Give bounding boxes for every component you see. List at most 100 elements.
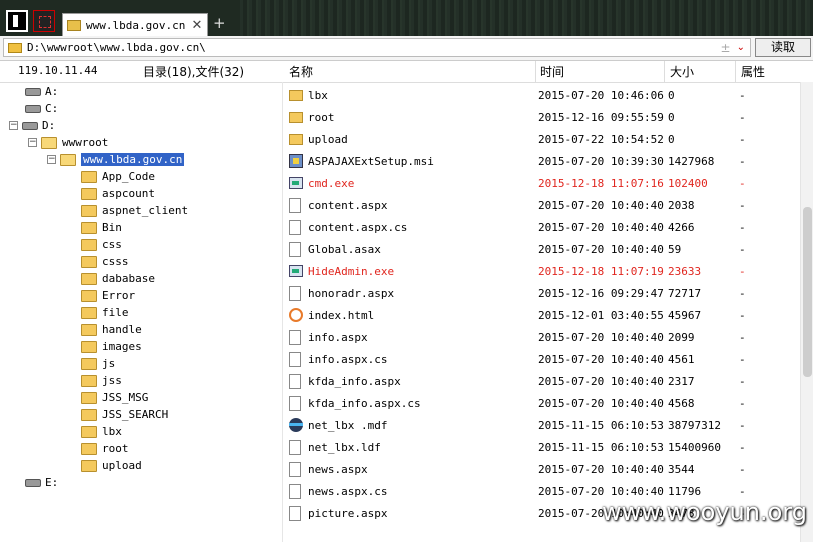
new-tab-button[interactable]: + — [213, 14, 226, 32]
file-time: 2015-07-20 10:40:40 — [538, 198, 664, 212]
table-row[interactable]: info.aspx.cs 2015-07-20 10:40:40 4561 - — [283, 348, 800, 370]
file-attr: - — [739, 154, 746, 168]
file-name: info.aspx — [308, 330, 368, 344]
file-name: info.aspx.cs — [308, 352, 388, 366]
tree-folder[interactable]: Bin — [81, 219, 122, 236]
folder-icon — [289, 111, 303, 123]
tree-drive-e[interactable]: E: — [25, 474, 58, 491]
path-text[interactable]: D:\wwwroot\www.lbda.gov.cn\ — [27, 41, 721, 54]
tree-label: JSS_MSG — [102, 391, 149, 404]
tree-label: A: — [45, 85, 59, 98]
folder-icon — [81, 255, 97, 268]
table-row[interactable]: index.html 2015-12-01 03:40:55 45967 - — [283, 304, 800, 326]
file-list: lbx 2015-07-20 10:46:06 0 - root 2015-12-16 0… — [283, 82, 800, 542]
table-row[interactable]: cmd.exe 2015-12-18 11:07:16 102400 - — [283, 172, 800, 194]
table-row[interactable]: kfda_info.aspx.cs 2015-07-20 10:40:40 4568… — [283, 392, 800, 414]
table-row[interactable]: upload 2015-07-22 10:54:52 0 - — [283, 128, 800, 150]
tree-drive-a[interactable]: A: — [25, 83, 58, 100]
column-header-time[interactable]: 时间 — [540, 63, 564, 80]
tree-folder[interactable]: csss — [81, 253, 129, 270]
tree-folder[interactable]: root — [81, 440, 129, 457]
tree-folder[interactable]: js — [81, 355, 115, 372]
bookmark-icon[interactable]: ± — [721, 41, 731, 55]
drive-icon — [25, 104, 41, 113]
folder-icon — [81, 187, 97, 200]
table-row[interactable]: Global.asax 2015-07-20 10:40:40 59 - — [283, 238, 800, 260]
tree-folder[interactable]: jss — [81, 372, 122, 389]
table-row[interactable]: kfda_info.aspx 2015-07-20 10:40:40 2317 - — [283, 370, 800, 392]
tab-active[interactable]: www.lbda.gov.cn ✕ — [62, 13, 208, 36]
column-divider[interactable] — [535, 61, 536, 82]
file-time: 2015-07-20 10:40:40 — [538, 242, 664, 256]
tree-drive-d[interactable]: − D: — [9, 117, 55, 134]
folder-icon — [81, 340, 97, 353]
column-header-name[interactable]: 名称 — [289, 63, 313, 80]
file-icon — [289, 483, 301, 499]
column-header-size[interactable]: 大小 — [670, 63, 694, 80]
table-row[interactable]: net_lbx.ldf 2015-11-15 06:10:53 15400960 - — [283, 436, 800, 458]
tree-folder[interactable]: upload — [81, 457, 142, 474]
folder-icon — [81, 272, 97, 285]
table-row[interactable]: news.aspx 2015-07-20 10:40:40 3544 - — [283, 458, 800, 480]
tree-folder[interactable]: Error — [81, 287, 135, 304]
collapse-icon[interactable]: − — [47, 155, 56, 164]
file-attr: - — [739, 88, 746, 102]
tree-folder[interactable]: aspcount — [81, 185, 155, 202]
tree-label: images — [102, 340, 142, 353]
column-divider[interactable] — [664, 61, 665, 82]
file-attr: - — [739, 198, 746, 212]
table-row[interactable]: honoradr.aspx 2015-12-16 09:29:47 72717 - — [283, 282, 800, 304]
folder-icon — [81, 323, 97, 336]
column-header-attr[interactable]: 属性 — [741, 63, 765, 80]
table-row[interactable]: info.aspx 2015-07-20 10:40:40 2099 - — [283, 326, 800, 348]
tree-folder[interactable]: aspnet_client — [81, 202, 188, 219]
folder-icon — [8, 42, 22, 53]
tree-drive-c[interactable]: C: — [25, 100, 58, 117]
file-time: 2015-07-20 10:39:30 — [538, 154, 664, 168]
file-attr: - — [739, 374, 746, 388]
app-menu-icon[interactable] — [6, 10, 28, 32]
collapse-icon[interactable]: − — [28, 138, 37, 147]
file-icon — [289, 505, 301, 521]
tree-folder[interactable]: handle — [81, 321, 142, 338]
table-row[interactable]: ASPAJAXExtSetup.msi 2015-07-20 10:39:30 14… — [283, 150, 800, 172]
tree-folder[interactable]: JSS_SEARCH — [81, 406, 168, 423]
file-name: content.aspx — [308, 198, 388, 212]
file-name: index.html — [308, 308, 375, 322]
file-time: 2015-12-16 09:29:47 — [538, 286, 664, 300]
read-button[interactable]: 读取 — [755, 38, 811, 57]
table-row[interactable]: content.aspx 2015-07-20 10:40:40 2038 - — [283, 194, 800, 216]
chevron-down-icon[interactable]: ⌄ — [737, 42, 745, 53]
table-row[interactable]: HideAdmin.exe 2015-12-18 11:07:19 23633 - — [283, 260, 800, 282]
column-divider[interactable] — [735, 61, 736, 82]
drive-icon — [22, 121, 38, 130]
tree-folder[interactable]: JSS_MSG — [81, 389, 148, 406]
tree-folder-wwwroot[interactable]: − wwwroot — [28, 134, 108, 151]
table-row[interactable]: root 2015-12-16 09:55:59 0 - — [283, 106, 800, 128]
tree-folder[interactable]: css — [81, 236, 122, 253]
tree-folder[interactable]: images — [81, 338, 142, 355]
tree-folder-site[interactable]: − www.lbda.gov.cn — [47, 151, 185, 168]
table-row[interactable]: lbx 2015-07-20 10:46:06 0 - — [283, 84, 800, 106]
tree-folder[interactable]: dababase — [81, 270, 155, 287]
file-size: 1427968 — [668, 154, 715, 168]
tree-folder[interactable]: App_Code — [81, 168, 155, 185]
table-row[interactable]: net_lbx .mdf 2015-11-15 06:10:53 38797312 - — [283, 414, 800, 436]
database-icon — [289, 418, 303, 432]
vertical-scrollbar[interactable] — [800, 82, 813, 542]
close-icon[interactable]: ✕ — [190, 18, 204, 33]
table-row[interactable]: content.aspx.cs 2015-07-20 10:40:40 4266 - — [283, 216, 800, 238]
file-time: 2015-12-01 03:40:55 — [538, 308, 664, 322]
file-name: content.aspx.cs — [308, 220, 408, 234]
tree-label: csss — [102, 255, 129, 268]
path-input[interactable]: D:\wwwroot\www.lbda.gov.cn\ ± ⌄ — [3, 38, 751, 57]
tree-folder[interactable]: file — [81, 304, 129, 321]
screenshot-icon[interactable] — [33, 10, 55, 32]
collapse-icon[interactable]: − — [9, 121, 18, 130]
file-size: 72717 — [668, 286, 702, 300]
item-counts: 目录(18),文件(32) — [143, 65, 245, 79]
scrollbar-thumb[interactable] — [803, 207, 812, 377]
tree-folder[interactable]: lbx — [81, 423, 122, 440]
file-attr: - — [739, 176, 746, 190]
folder-icon — [289, 89, 303, 101]
